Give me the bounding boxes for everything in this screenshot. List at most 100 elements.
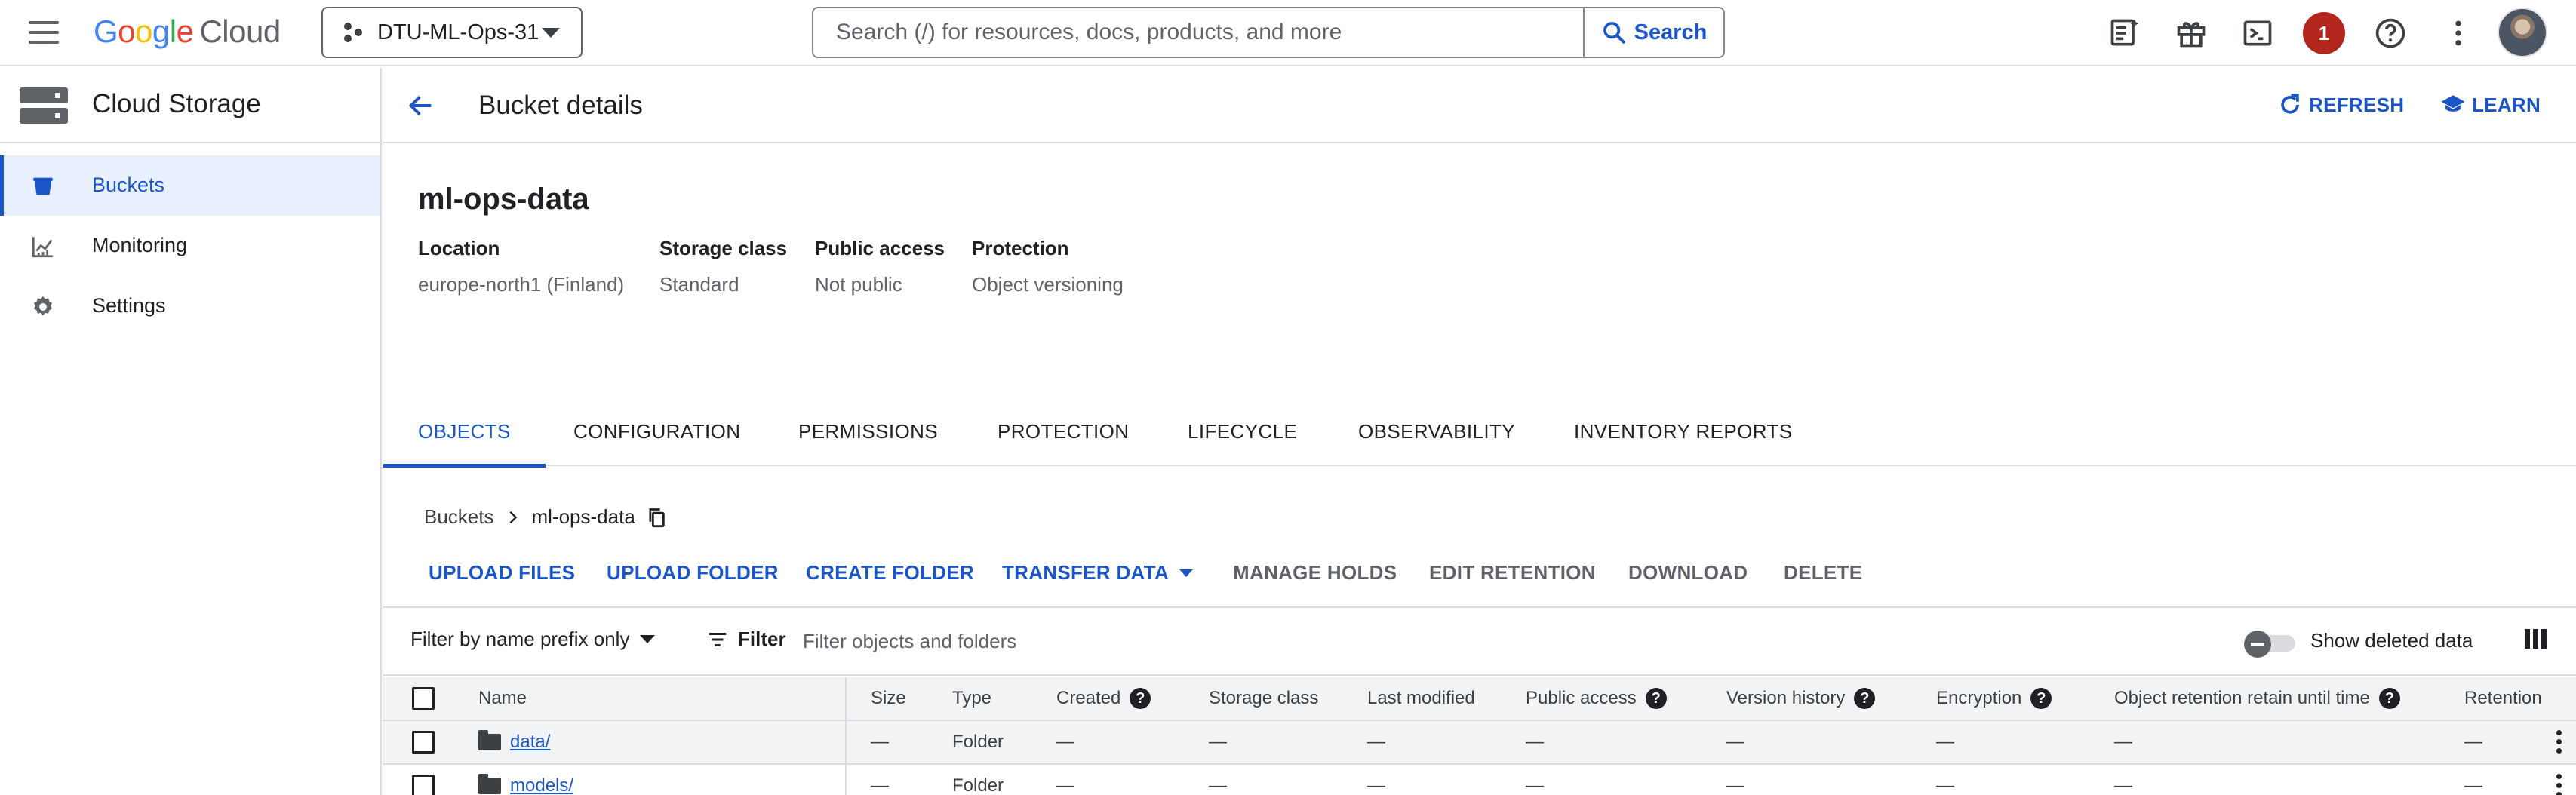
upload-files-button[interactable]: UPLOAD FILES [429,561,575,585]
column-header-storage-class[interactable]: Storage class [1209,688,1318,709]
retain-until-cell: — [2114,775,2132,795]
avatar[interactable] [2498,8,2547,57]
type-cell: Folder [952,732,1004,752]
column-header-version-history[interactable]: Version history? [1726,688,1876,709]
table-row[interactable]: models/ — Folder — — — — — — — — [383,765,2576,795]
edit-retention-button[interactable]: EDIT RETENTION [1429,561,1596,585]
column-header-type[interactable]: Type [952,688,991,709]
encryption-cell: — [1936,732,1954,752]
help-icon[interactable]: ? [1854,688,1876,709]
notifications-badge[interactable]: 1 [2303,12,2345,54]
column-header-public-access[interactable]: Public access? [1526,688,1667,709]
public-access-cell: — [1526,775,1544,795]
row-more-options-icon[interactable] [2556,730,2564,756]
refresh-icon [2281,94,2299,114]
filter-mode-select[interactable]: Filter by name prefix only [410,628,656,651]
help-icon[interactable]: ? [1645,688,1667,709]
download-button[interactable]: DOWNLOAD [1628,561,1748,585]
project-name: DTU-ML-Ops-31 [377,20,539,45]
column-header-retention[interactable]: Retention [2464,688,2542,709]
column-header-created[interactable]: Created? [1056,688,1151,709]
gift-icon[interactable] [2173,15,2209,51]
filter-button[interactable]: Filter [706,628,786,651]
storage-class-value: Standard [659,273,739,296]
column-header-last-modified[interactable]: Last modified [1367,688,1475,709]
sidebar-item-label: Buckets [92,173,165,196]
page-header: Bucket details REFRESH LEARN [383,68,2576,143]
column-header-encryption[interactable]: Encryption? [1936,688,2052,709]
help-icon[interactable]: ? [1130,688,1151,709]
back-arrow-icon[interactable] [406,91,436,121]
tab-bar: OBJECTS CONFIGURATION PERMISSIONS PROTEC… [383,397,2576,468]
create-folder-button[interactable]: CREATE FOLDER [806,561,974,585]
version-history-cell: — [1726,775,1744,795]
upload-folder-button[interactable]: UPLOAD FOLDER [607,561,779,585]
learn-button[interactable]: LEARN [2440,92,2541,118]
column-resize-handle[interactable] [845,677,847,721]
protection-value: Object versioning [972,273,1124,296]
row-checkbox[interactable] [412,775,435,795]
caret-down-icon [640,635,656,643]
folder-link[interactable]: models/ [510,775,573,795]
tab-protection[interactable]: PROTECTION [998,397,1129,466]
delete-button[interactable]: DELETE [1784,561,1862,585]
sidebar-item-settings[interactable]: Settings [0,276,380,336]
project-picker[interactable]: DTU-ML-Ops-31 [321,7,583,58]
tab-configuration[interactable]: CONFIGURATION [573,397,740,466]
column-display-icon[interactable] [2525,629,2549,653]
cloud-shell-icon[interactable] [2239,15,2276,51]
folder-link[interactable]: data/ [510,732,550,753]
search-button[interactable]: Search [1583,8,1723,57]
filter-bar: Filter by name prefix only Filter Show d… [383,609,2576,676]
row-checkbox[interactable] [412,731,435,754]
school-icon [2441,95,2465,112]
type-cell: Folder [952,775,1004,795]
tab-lifecycle[interactable]: LIFECYCLE [1188,397,1297,466]
tab-observability[interactable]: OBSERVABILITY [1358,397,1515,466]
column-header-retain-until[interactable]: Object retention retain until time? [2114,688,2400,709]
size-cell: — [871,732,889,752]
transfer-data-button[interactable]: TRANSFER DATA [1002,561,1194,585]
copy-icon[interactable] [646,506,667,529]
sidebar-item-monitoring[interactable]: Monitoring [0,216,380,276]
search-button-label: Search [1634,20,1708,45]
more-options-icon[interactable] [2440,15,2476,51]
top-bar: GoogleCloud DTU-ML-Ops-31 Search 1 [0,0,2576,66]
tab-permissions[interactable]: PERMISSIONS [798,397,938,466]
search-input[interactable] [813,8,1583,57]
main-menu-icon[interactable] [29,21,65,47]
release-notes-icon[interactable] [2107,15,2143,51]
column-header-name[interactable]: Name [478,688,527,709]
show-deleted-toggle[interactable] [2244,631,2297,658]
row-more-options-icon[interactable] [2556,774,2564,795]
breadcrumb-buckets-link[interactable]: Buckets [424,505,494,529]
retention-cell: — [2464,732,2482,752]
folder-icon [478,730,501,750]
manage-holds-button[interactable]: MANAGE HOLDS [1233,561,1397,585]
project-icon [343,21,365,44]
help-icon[interactable]: ? [2378,688,2400,709]
refresh-button[interactable]: REFRESH [2277,92,2404,118]
tab-inventory-reports[interactable]: INVENTORY REPORTS [1574,397,1793,466]
page-title: Bucket details [478,91,643,120]
caret-down-icon [1179,569,1194,577]
search-bar: Search [812,7,1725,58]
size-cell: — [871,775,889,795]
table-header-row: Name Size Type Created? Storage class La… [383,677,2576,721]
help-icon[interactable] [2372,15,2408,51]
retain-until-cell: — [2114,732,2132,752]
monitoring-icon [32,237,53,258]
tab-objects[interactable]: OBJECTS [383,397,546,468]
column-header-size[interactable]: Size [871,688,906,709]
gear-icon [33,296,53,316]
select-all-checkbox[interactable] [412,687,435,710]
google-cloud-logo[interactable]: Google Cloud [94,14,281,53]
breadcrumb: Buckets ml-ops-data [424,505,667,529]
protection-label: Protection [972,237,1069,259]
encryption-cell: — [1936,775,1954,795]
last-modified-cell: — [1367,732,1385,752]
help-icon[interactable]: ? [2030,688,2052,709]
filter-input[interactable] [803,625,2010,658]
sidebar-item-buckets[interactable]: Buckets [0,155,380,216]
table-row[interactable]: data/ — Folder — — — — — — — — [383,721,2576,765]
